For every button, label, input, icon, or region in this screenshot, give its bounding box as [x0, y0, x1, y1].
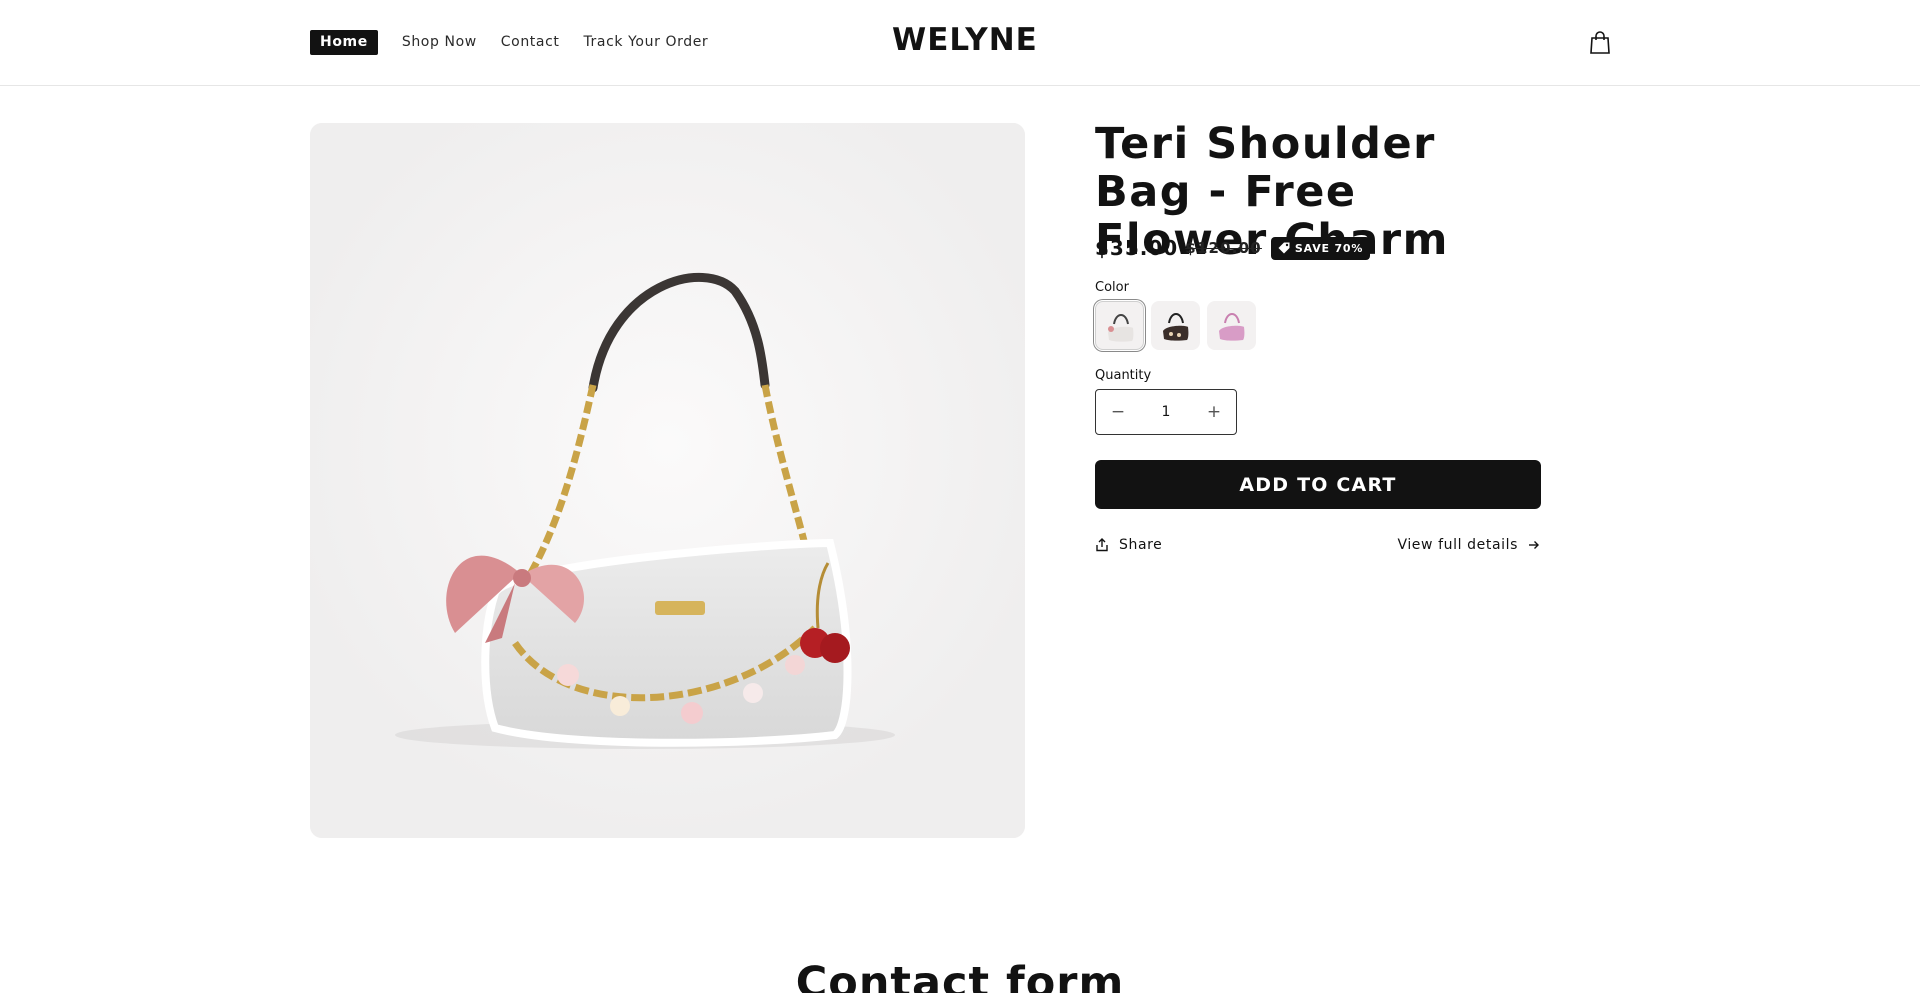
add-to-cart-button[interactable]: ADD TO CART: [1095, 460, 1541, 509]
quantity-label: Quantity: [1095, 368, 1152, 383]
share-label: Share: [1119, 537, 1163, 553]
bag-illustration: [310, 123, 1025, 838]
quantity-input[interactable]: 1: [1162, 404, 1171, 420]
nav-shop-now[interactable]: Shop Now: [402, 30, 477, 55]
minus-icon[interactable]: −: [1108, 402, 1128, 422]
nav-track-order[interactable]: Track Your Order: [583, 30, 708, 55]
nav-contact[interactable]: Contact: [501, 30, 560, 55]
product-image[interactable]: [310, 123, 1025, 838]
product-info: Teri Shoulder Bag - Free Flower Charm $3…: [1095, 120, 1541, 553]
view-full-details-link[interactable]: View full details: [1397, 537, 1540, 553]
swatch-image: [1163, 313, 1189, 341]
view-details-label: View full details: [1397, 537, 1518, 553]
main-nav: Home Shop Now Contact Track Your Order: [310, 30, 732, 55]
sale-badge-text: SAVE 70%: [1294, 241, 1364, 255]
price-row: $35.00 $120.00 SAVE 70%: [1095, 236, 1371, 260]
color-swatch-brown[interactable]: [1151, 301, 1200, 350]
sale-price: $35.00: [1095, 236, 1179, 260]
color-swatch-pink[interactable]: [1207, 301, 1256, 350]
color-swatches: [1095, 301, 1263, 350]
tag-icon: [1278, 242, 1290, 254]
share-icon: [1096, 538, 1108, 552]
contact-form-title: Contact form: [795, 958, 1125, 993]
color-label: Color: [1095, 280, 1129, 295]
site-logo[interactable]: WELYNE: [892, 22, 1038, 58]
site-header: Home Shop Now Contact Track Your Order W…: [0, 0, 1920, 86]
arrow-right-icon: [1529, 541, 1539, 549]
color-swatch-cream[interactable]: [1095, 301, 1144, 350]
shopping-bag-icon[interactable]: [1587, 30, 1613, 56]
share-button[interactable]: Share: [1095, 537, 1162, 553]
plus-icon[interactable]: +: [1204, 402, 1224, 422]
compare-price: $120.00: [1185, 239, 1262, 257]
nav-home[interactable]: Home: [310, 30, 378, 55]
swatch-image: [1108, 314, 1134, 342]
sale-badge: SAVE 70%: [1270, 236, 1371, 260]
swatch-image: [1219, 313, 1245, 341]
quantity-stepper: − 1 +: [1095, 389, 1237, 435]
